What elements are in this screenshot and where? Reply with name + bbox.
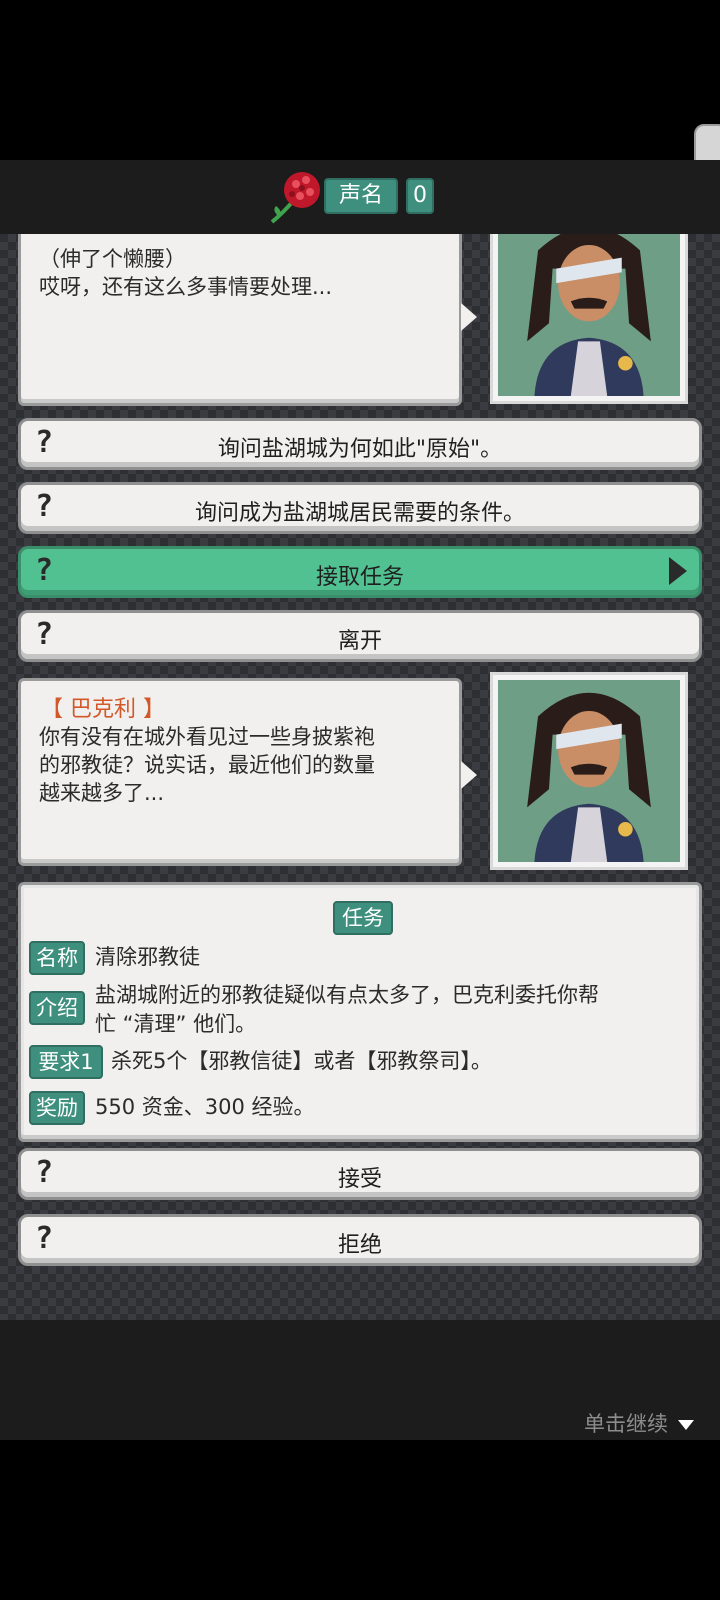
npc-dialog-bubble: 【 巴克利 】 你有没有在城外看见过一些身披紫袍 的邪教徒？说实话，最近他们的数…: [18, 678, 477, 866]
top-black-bar: [0, 0, 720, 160]
previous-dialog-line-2: 哎呀，还有这么多事情要处理...: [39, 275, 333, 299]
option-label: 询问成为盐湖城居民需要的条件。: [194, 501, 525, 526]
option-refuse[interactable]: ? 拒绝: [18, 1214, 702, 1266]
quest-panel: 任务 名称 清除邪教徒 介绍 盐湖城附近的邪教徒疑似有点太多了，巴克利委托你帮 …: [18, 882, 702, 1142]
reputation-value: 0: [406, 178, 434, 214]
dialog-line-2: 的邪教徒？说实话，最近他们的数量: [39, 753, 375, 777]
selected-arrow-icon: [669, 557, 687, 585]
speaker-name: 【 巴克利 】: [41, 697, 165, 722]
dialog-line-3: 越来越多了...: [39, 781, 165, 805]
option-leave[interactable]: ? 离开: [18, 610, 702, 662]
quest-name: 清除邪教徒: [95, 945, 200, 969]
quest-intro-line-2: 忙 “清理” 他们。: [95, 1012, 257, 1036]
option-label: 接取任务: [315, 565, 404, 590]
previous-dialog-bubble: （伸了个懒腰） 哎呀，还有这么多事情要处理...: [18, 234, 477, 406]
quest-intro-line-1: 盐湖城附近的邪教徒疑似有点太多了，巴克利委托你帮: [95, 983, 599, 1007]
dialog-line-1: 你有没有在城外看见过一些身披紫袍: [39, 725, 375, 749]
option-accept-quest[interactable]: ? 接取任务: [18, 546, 702, 598]
option-ask-residency[interactable]: ? 询问成为盐湖城居民需要的条件。: [18, 482, 702, 534]
reputation-label: 声名: [324, 178, 398, 214]
option-label: 离开: [337, 629, 382, 654]
rose-icon: [270, 172, 320, 224]
option-label: 询问盐湖城为何如此"原始"。: [217, 437, 503, 462]
option-label: 拒绝: [337, 1233, 382, 1258]
quest-requirement: 杀死5个【邪教信徒】或者【邪教祭司】。: [111, 1049, 492, 1073]
chevron-down-icon: [678, 1420, 694, 1430]
npc-portrait-top: [490, 234, 688, 404]
option-accept[interactable]: ? 接受: [18, 1148, 702, 1200]
quest-requirement-tag: 要求1: [29, 1045, 103, 1079]
previous-dialog-line-1: （伸了个懒腰）: [39, 247, 186, 271]
npc-portrait: [490, 672, 688, 870]
quest-reward-tag: 奖励: [29, 1091, 85, 1125]
quest-name-tag: 名称: [29, 941, 85, 975]
tap-to-continue[interactable]: 单击继续: [584, 1408, 668, 1438]
option-label: 接受: [337, 1167, 382, 1192]
option-ask-primitive[interactable]: ? 询问盐湖城为何如此"原始"。: [18, 418, 702, 470]
quest-reward: 550 资金、300 经验。: [95, 1095, 315, 1119]
dialog-board[interactable]: （伸了个懒腰） 哎呀，还有这么多事情要处理... ? 询问盐湖城为何如此"原始"…: [0, 234, 720, 1320]
quest-title-badge: 任务: [333, 901, 393, 935]
bottom-black-bar: [0, 1440, 720, 1600]
quest-intro-tag: 介绍: [29, 991, 85, 1025]
